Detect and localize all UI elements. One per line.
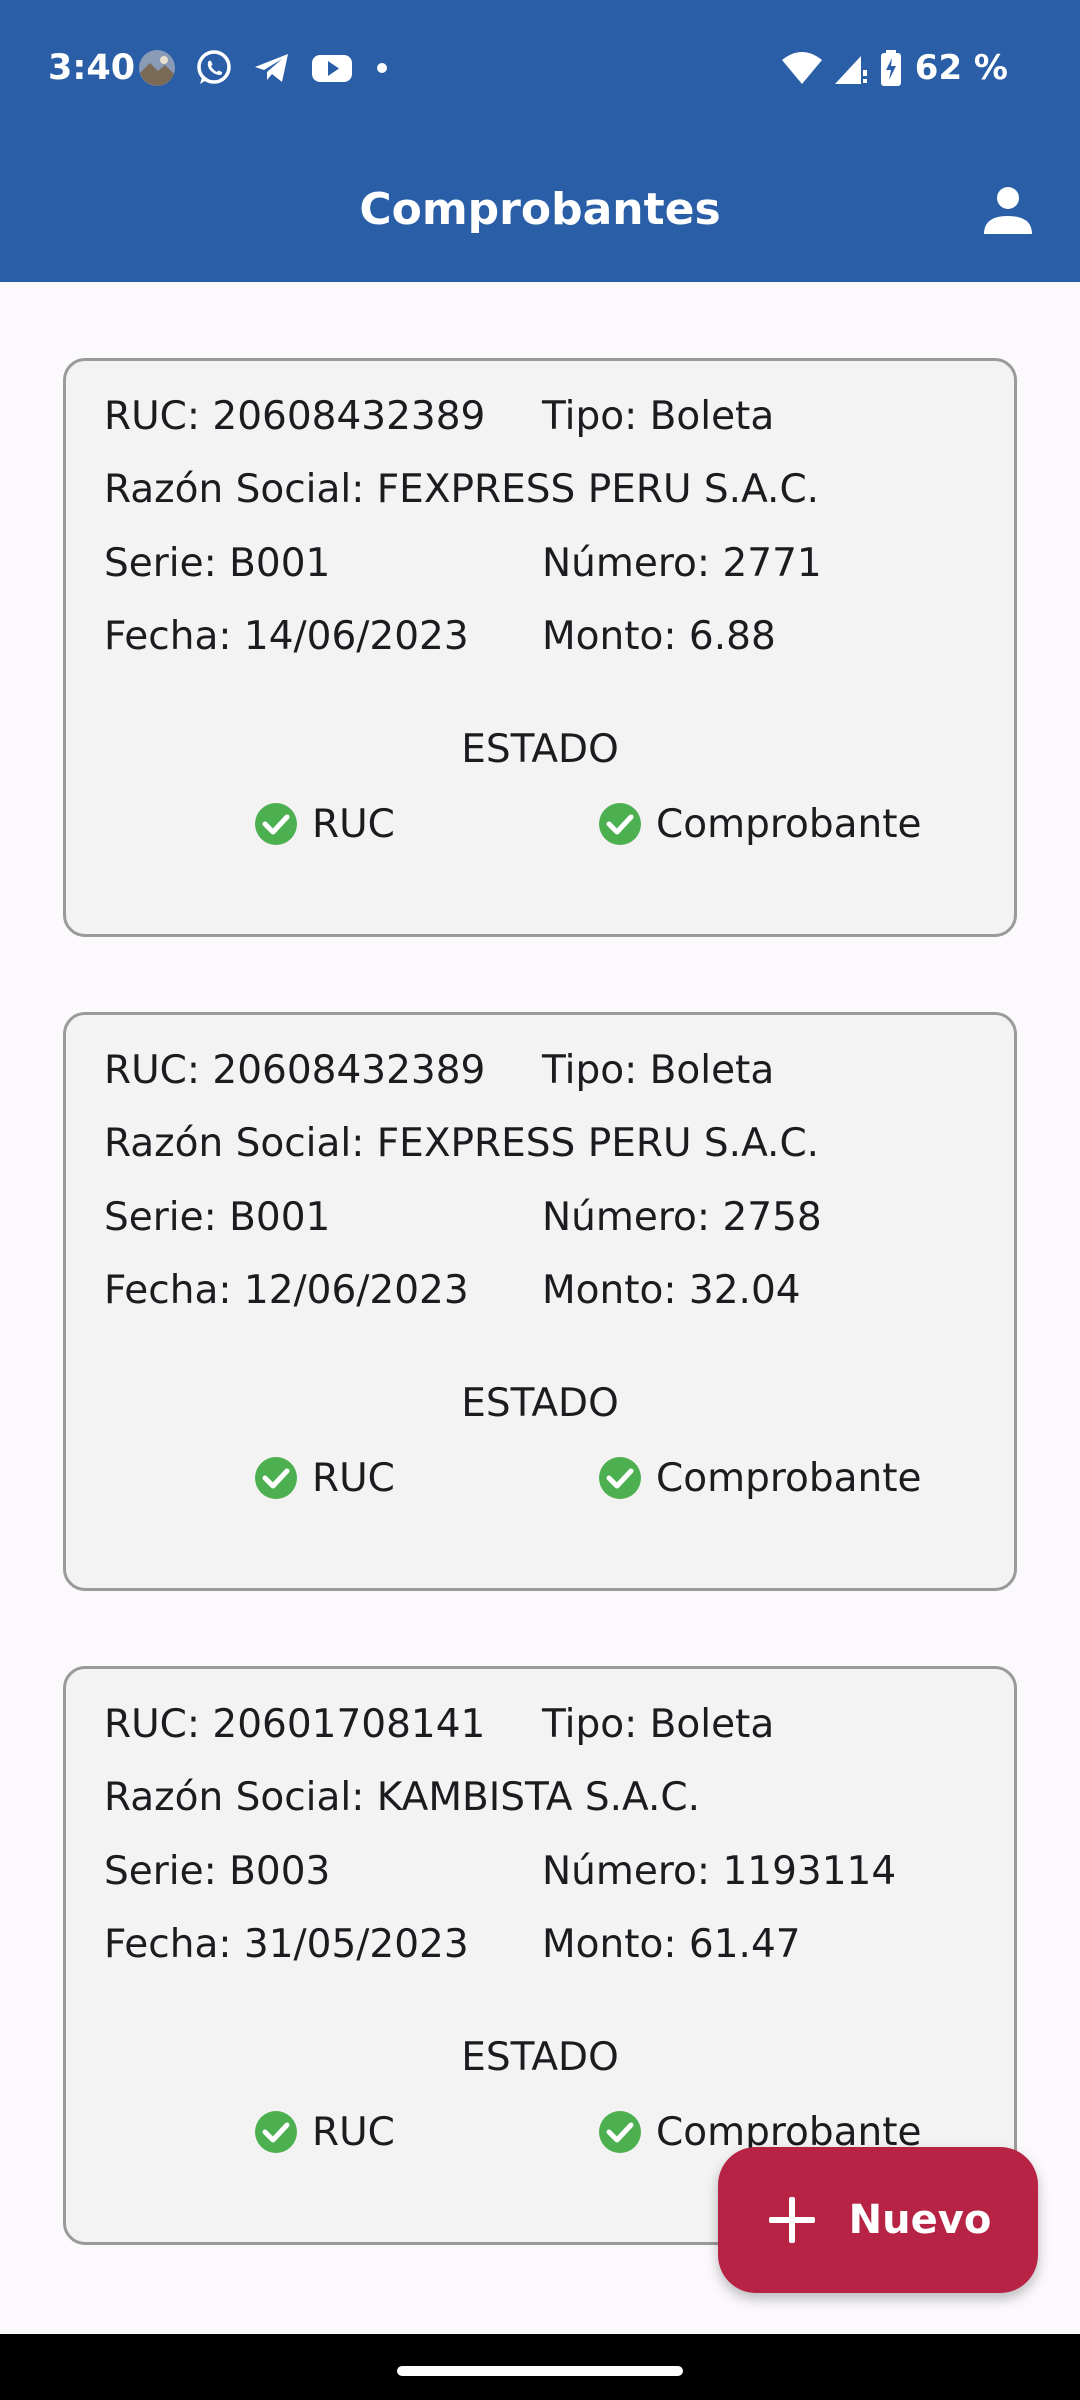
numero-field: Número: 2771 bbox=[542, 541, 822, 586]
razon-social-field: Razón Social: FEXPRESS PERU S.A.C. bbox=[104, 467, 820, 512]
check-circle-icon bbox=[598, 1456, 642, 1500]
ruc-status: RUC bbox=[254, 2102, 395, 2162]
numero-field: Número: 2758 bbox=[542, 1195, 822, 1240]
ruc-status: RUC bbox=[254, 794, 395, 854]
status-bar: 3:40 62 % bbox=[0, 0, 1080, 135]
serie-field: Serie: B003 bbox=[104, 1849, 331, 1894]
comprobante-status-label: Comprobante bbox=[656, 801, 922, 847]
dot-icon bbox=[372, 48, 392, 88]
check-circle-icon bbox=[254, 1456, 298, 1500]
ruc-status-label: RUC bbox=[312, 801, 395, 847]
check-circle-icon bbox=[254, 802, 298, 846]
page-title: Comprobantes bbox=[359, 184, 721, 235]
notification-icons bbox=[138, 48, 410, 88]
home-indicator[interactable] bbox=[397, 2366, 683, 2376]
status-indicators: 62 % bbox=[771, 44, 1008, 92]
numero-field: Número: 1193114 bbox=[542, 1849, 897, 1894]
estado-heading: ESTADO bbox=[461, 727, 619, 772]
ruc-status-label: RUC bbox=[312, 1455, 395, 1501]
whatsapp-icon bbox=[194, 48, 234, 88]
receipt-card[interactable]: RUC: 20608432389 Tipo: Boleta Razón Soci… bbox=[63, 1012, 1017, 1591]
check-circle-icon bbox=[254, 2110, 298, 2154]
battery-percent: 62 % bbox=[914, 48, 1008, 88]
receipt-list: RUC: 20608432389 Tipo: Boleta Razón Soci… bbox=[63, 358, 1017, 2320]
fecha-field: Fecha: 12/06/2023 bbox=[104, 1268, 469, 1313]
monto-field: Monto: 32.04 bbox=[542, 1268, 801, 1313]
ruc-field: RUC: 20608432389 bbox=[104, 394, 486, 439]
comprobante-status: Comprobante bbox=[598, 1448, 922, 1508]
tipo-field: Tipo: Boleta bbox=[542, 1048, 775, 1093]
estado-heading: ESTADO bbox=[461, 2035, 619, 2080]
estado-heading: ESTADO bbox=[461, 1381, 619, 1426]
fecha-field: Fecha: 31/05/2023 bbox=[104, 1922, 469, 1967]
serie-field: Serie: B001 bbox=[104, 541, 331, 586]
tipo-field: Tipo: Boleta bbox=[542, 1702, 775, 1747]
plus-icon bbox=[765, 2193, 819, 2247]
new-receipt-button[interactable]: Nuevo bbox=[718, 2147, 1038, 2293]
app-bar: 3:40 62 % Comprobantes bbox=[0, 0, 1080, 282]
receipt-card[interactable]: RUC: 20608432389 Tipo: Boleta Razón Soci… bbox=[63, 358, 1017, 937]
telegram-icon bbox=[252, 48, 292, 88]
wifi-icon bbox=[781, 50, 823, 86]
status-time: 3:40 bbox=[48, 48, 136, 88]
system-nav-bar bbox=[0, 2334, 1080, 2400]
new-receipt-label: Nuevo bbox=[848, 2197, 992, 2243]
youtube-icon bbox=[310, 48, 354, 88]
check-circle-icon bbox=[598, 2110, 642, 2154]
serie-field: Serie: B001 bbox=[104, 1195, 331, 1240]
tipo-field: Tipo: Boleta bbox=[542, 394, 775, 439]
signal-icon bbox=[833, 50, 869, 86]
photo-avatar-icon bbox=[138, 49, 176, 87]
comprobante-status: Comprobante bbox=[598, 794, 922, 854]
ruc-field: RUC: 20608432389 bbox=[104, 1048, 486, 1093]
profile-button[interactable] bbox=[976, 178, 1040, 242]
battery-charging-icon bbox=[879, 49, 903, 87]
razon-social-field: Razón Social: FEXPRESS PERU S.A.C. bbox=[104, 1121, 820, 1166]
comprobante-status-label: Comprobante bbox=[656, 1455, 922, 1501]
monto-field: Monto: 61.47 bbox=[542, 1922, 801, 1967]
ruc-status-label: RUC bbox=[312, 2109, 395, 2155]
monto-field: Monto: 6.88 bbox=[542, 614, 776, 659]
person-icon bbox=[984, 187, 1032, 234]
razon-social-field: Razón Social: KAMBISTA S.A.C. bbox=[104, 1775, 701, 1820]
fecha-field: Fecha: 14/06/2023 bbox=[104, 614, 469, 659]
ruc-status: RUC bbox=[254, 1448, 395, 1508]
check-circle-icon bbox=[598, 802, 642, 846]
ruc-field: RUC: 20601708141 bbox=[104, 1702, 486, 1747]
